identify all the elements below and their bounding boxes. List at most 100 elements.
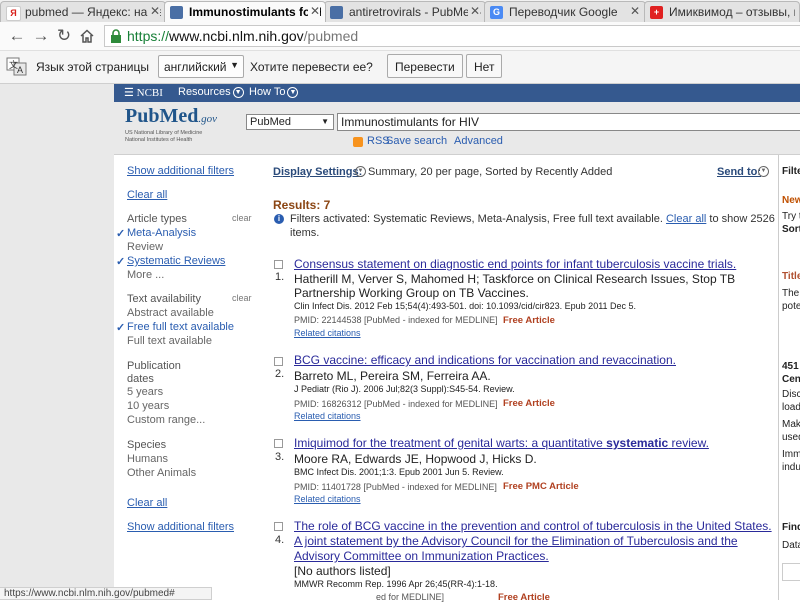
chevron-down-icon[interactable]: ▼ xyxy=(758,166,769,177)
back-arrow-icon[interactable]: ← xyxy=(6,25,28,47)
article-title-link[interactable]: The role of BCG vaccine in the preventio… xyxy=(294,519,774,564)
show-additional-filters-link-bottom[interactable]: Show additional filters xyxy=(127,521,234,533)
sidebar-titles-heading: Title xyxy=(782,271,800,282)
tab-imiquimod[interactable]: + Имиквимод – отзывы, ин xyxy=(644,1,800,22)
filter-full-text[interactable]: Full text available xyxy=(127,335,212,347)
language-select[interactable]: английский ▼ xyxy=(158,55,244,78)
clear-article-types-link[interactable]: clear xyxy=(232,213,252,223)
close-tab-icon[interactable]: ✕ xyxy=(307,4,320,18)
send-to-link[interactable]: Send to: xyxy=(717,166,761,178)
chevron-down-icon: ▼ xyxy=(232,86,244,98)
chevron-down-icon: ▼ xyxy=(287,86,299,98)
howto-menu[interactable]: How To ▼ xyxy=(249,86,299,98)
filter-review[interactable]: Review xyxy=(127,241,163,253)
text-availability-heading: Text availability xyxy=(127,293,201,305)
article-source: BMC Infect Dis. 2001;1:3. Epub 2001 Jun … xyxy=(294,467,504,477)
article-title-link[interactable]: Consensus statement on diagnostic end po… xyxy=(294,257,774,272)
translate-icon: 文 A xyxy=(6,57,27,76)
filter-abstract-available[interactable]: Abstract available xyxy=(127,307,214,319)
translate-button[interactable]: Перевести xyxy=(387,54,463,78)
select-checkbox[interactable] xyxy=(274,439,283,448)
select-checkbox[interactable] xyxy=(274,522,283,531)
tab-yandex[interactable]: Я pubmed — Яндекс: нашё ✕ xyxy=(0,1,166,22)
sidebar-filter-heading: Filte xyxy=(782,166,800,177)
dna-icon: ☰ xyxy=(124,87,137,99)
filter-free-full-text[interactable]: ✓ Free full text available xyxy=(116,321,234,334)
tab-google-translate[interactable]: G Переводчик Google ✕ xyxy=(484,1,646,22)
search-input[interactable]: Immunostimulants for HIV xyxy=(337,113,800,131)
article-authors: [No authors listed] xyxy=(294,564,391,578)
publication-dates-heading-2: dates xyxy=(127,373,154,385)
filter-5-years[interactable]: 5 years xyxy=(127,386,163,398)
sidebar-text: Make xyxy=(782,419,800,430)
pubmed-header: PubMed.gov US National Library of Medici… xyxy=(114,102,800,155)
species-heading: Species xyxy=(127,439,167,451)
display-settings-link[interactable]: Display Settings: xyxy=(273,166,362,178)
sidebar-sort-link[interactable]: Sort xyxy=(782,224,800,235)
rss-icon[interactable] xyxy=(353,137,363,147)
filter-humans[interactable]: Humans xyxy=(127,453,168,465)
result-number: 3. xyxy=(275,451,285,463)
close-tab-icon[interactable]: ✕ xyxy=(467,4,480,18)
filter-custom-range[interactable]: Custom range... xyxy=(127,414,205,426)
clear-text-availability-link[interactable]: clear xyxy=(232,293,252,303)
sidebar-input[interactable] xyxy=(782,563,800,581)
filter-10-years[interactable]: 10 years xyxy=(127,400,169,412)
advanced-search-link[interactable]: Advanced xyxy=(454,135,503,147)
article-source: J Pediatr (Rio J). 2006 Jul;82(3 Suppl):… xyxy=(294,384,515,394)
filter-systematic-reviews[interactable]: ✓ Systematic Reviews xyxy=(116,255,225,268)
show-additional-filters-link[interactable]: Show additional filters xyxy=(127,165,234,177)
clear-all-filters-link[interactable]: Clear all xyxy=(127,189,167,201)
article-title-link[interactable]: BCG vaccine: efficacy and indications fo… xyxy=(294,353,774,368)
article-pmid: PMID: 22144538 [PubMed - indexed for MED… xyxy=(294,315,498,325)
check-icon: ✓ xyxy=(116,322,126,334)
free-article-link[interactable]: Free Article xyxy=(503,315,555,326)
page-left-margin xyxy=(0,84,114,600)
save-search-link[interactable]: Save search xyxy=(386,135,447,147)
check-icon: ✓ xyxy=(116,256,126,268)
free-article-link[interactable]: Free Article xyxy=(503,398,555,409)
sidebar-center-heading: Cen xyxy=(782,374,800,385)
clear-all-filters-link-bottom[interactable]: Clear all xyxy=(127,497,167,509)
address-bar[interactable]: https://www.ncbi.nlm.nih.gov/pubmed xyxy=(104,25,800,47)
related-citations-link[interactable]: Related citations xyxy=(294,411,361,421)
close-tab-icon[interactable]: ✕ xyxy=(627,4,640,18)
filter-more-link[interactable]: More ... xyxy=(127,269,164,281)
sidebar-text: indu xyxy=(782,462,800,473)
tab-label: antiretrovirals - PubMed - xyxy=(349,5,481,19)
related-citations-link[interactable]: Related citations xyxy=(294,328,361,338)
select-checkbox[interactable] xyxy=(274,357,283,366)
sidebar-text: The xyxy=(782,288,800,299)
yandex-favicon-icon: Я xyxy=(6,6,21,21)
browser-tab-strip: Я pubmed — Яндекс: нашё ✕ Immunostimulan… xyxy=(0,0,800,22)
main-content: Show additional filters Clear all Articl… xyxy=(114,155,800,603)
sidebar-text: load xyxy=(782,402,800,413)
related-citations-link[interactable]: Related citations xyxy=(294,494,361,504)
tab-antiretrovirals[interactable]: antiretrovirals - PubMed - ✕ xyxy=(324,1,486,22)
dropdown-arrow-icon: ▼ xyxy=(230,60,239,70)
url-text: https://www.ncbi.nlm.nih.gov/pubmed xyxy=(127,28,359,44)
result-number: 1. xyxy=(275,271,285,283)
free-pmc-article-link[interactable]: Free PMC Article xyxy=(503,481,579,492)
reload-icon[interactable]: ↻ xyxy=(53,25,75,47)
clear-all-link[interactable]: Clear all xyxy=(666,213,706,225)
forward-arrow-icon[interactable]: → xyxy=(30,25,52,47)
lock-icon xyxy=(111,29,121,43)
sidebar-find-heading: Find xyxy=(782,522,800,533)
article-title-link[interactable]: Imiquimod for the treatment of genital w… xyxy=(294,436,774,451)
pubmed-logo[interactable]: PubMed.gov xyxy=(125,105,217,128)
resources-menu[interactable]: Resources ▼ xyxy=(178,86,244,98)
home-icon[interactable] xyxy=(76,25,98,47)
filter-other-animals[interactable]: Other Animals xyxy=(127,467,196,479)
select-checkbox[interactable] xyxy=(274,260,283,269)
close-tab-icon[interactable]: ✕ xyxy=(147,4,160,18)
free-article-link[interactable]: Free Article xyxy=(498,592,550,603)
database-select[interactable]: PubMed ▼ xyxy=(246,114,334,130)
chevron-down-icon[interactable]: ▼ xyxy=(355,166,366,177)
tab-immunostimulants[interactable]: Immunostimulants for HIV ✕ xyxy=(164,1,326,22)
ncbi-logo[interactable]: ☰ NCBI xyxy=(124,86,163,99)
dropdown-arrow-icon: ▼ xyxy=(321,117,329,126)
filter-meta-analysis[interactable]: ✓ Meta-Analysis xyxy=(116,227,196,240)
sidebar-text: Data xyxy=(782,540,800,551)
no-translate-button[interactable]: Нет xyxy=(466,54,503,78)
